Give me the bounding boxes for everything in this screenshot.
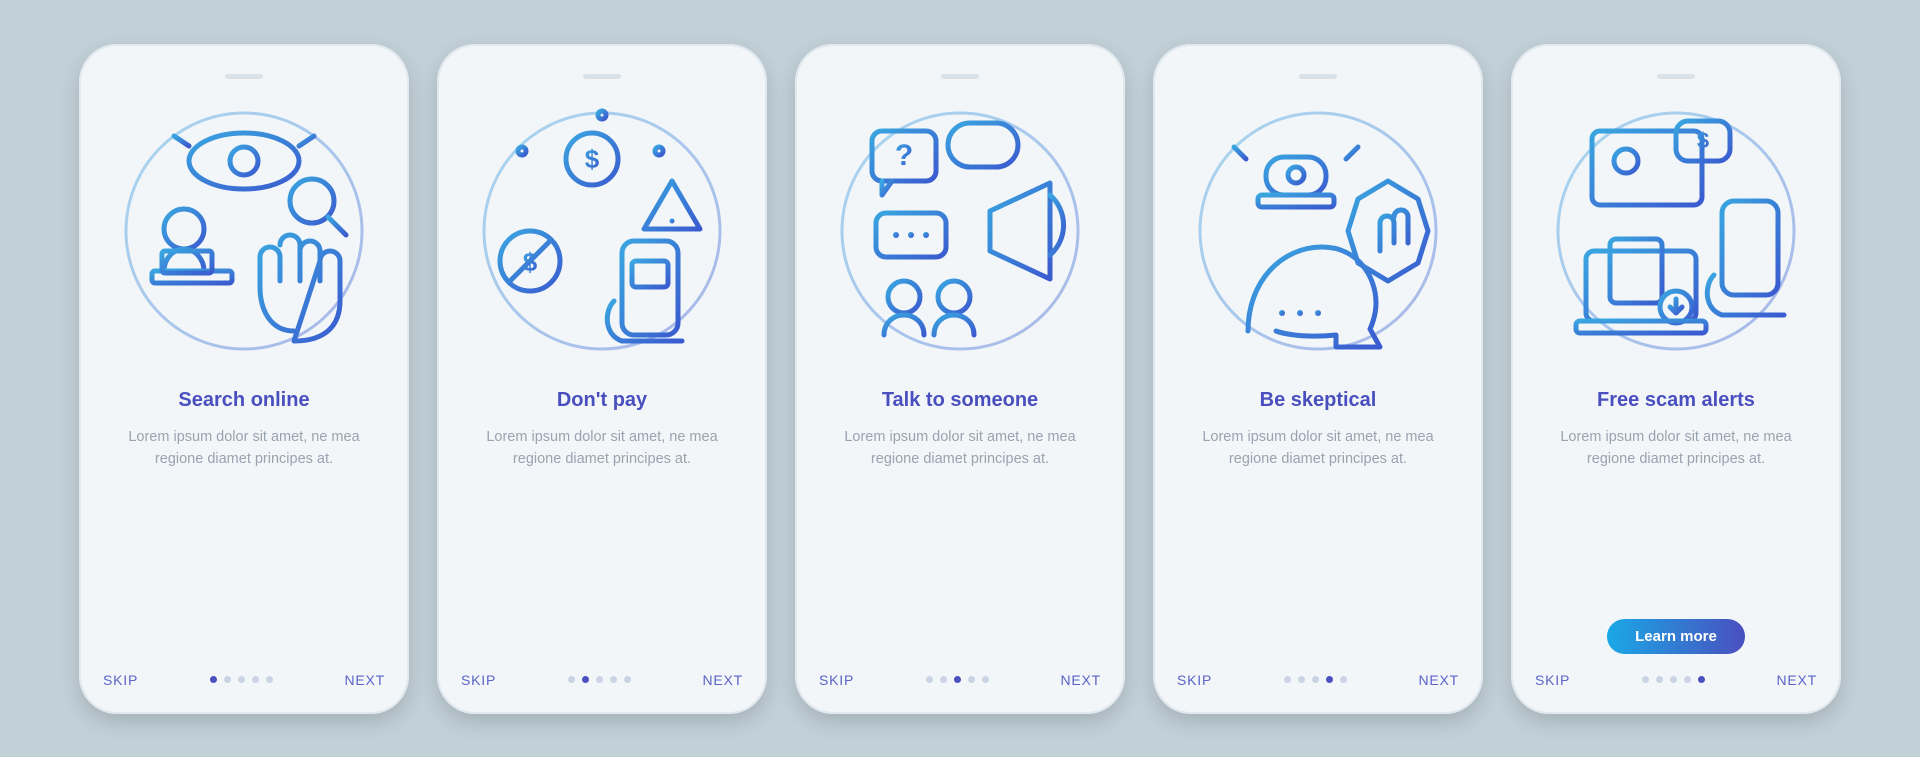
- page-dot[interactable]: [1656, 676, 1663, 683]
- screen-title: Free scam alerts: [1597, 389, 1755, 412]
- onboarding-nav: SKIP NEXT: [103, 672, 385, 688]
- phone-speaker: [1299, 74, 1337, 79]
- phone-speaker: [1657, 74, 1695, 79]
- skip-button[interactable]: SKIP: [461, 672, 496, 688]
- phone-speaker: [225, 74, 263, 79]
- page-dot[interactable]: [1312, 676, 1319, 683]
- page-dot[interactable]: [1340, 676, 1347, 683]
- svg-text:?: ?: [895, 139, 913, 172]
- page-dot[interactable]: [1326, 676, 1333, 683]
- page-dot[interactable]: [982, 676, 989, 683]
- onboarding-phone-1: Search online Lorem ipsum dolor sit amet…: [79, 44, 409, 714]
- page-dots: [1284, 676, 1347, 683]
- talk-to-someone-icon: ?: [830, 101, 1090, 361]
- screen-title: Talk to someone: [882, 389, 1038, 412]
- next-button[interactable]: NEXT: [1418, 672, 1459, 688]
- onboarding-phone-3: ? Talk to someone Lorem ipsum dolor sit …: [795, 44, 1125, 714]
- next-button[interactable]: NEXT: [1776, 672, 1817, 688]
- screen-body: Lorem ipsum dolor sit amet, ne mea regio…: [461, 426, 743, 672]
- onboarding-nav: SKIP NEXT: [1535, 672, 1817, 688]
- dont-pay-icon: $ $: [472, 101, 732, 361]
- onboarding-nav: SKIP NEXT: [461, 672, 743, 688]
- page-dots: [568, 676, 631, 683]
- be-skeptical-icon: [1188, 101, 1448, 361]
- screen-body: Lorem ipsum dolor sit amet, ne mea regio…: [103, 426, 385, 672]
- page-dot[interactable]: [224, 676, 231, 683]
- screen-title: Don't pay: [557, 389, 647, 412]
- onboarding-phone-2: $ $ Don't pay Lorem ipsum dolor sit amet…: [437, 44, 767, 714]
- onboarding-phone-4: Be skeptical Lorem ipsum dolor sit amet,…: [1153, 44, 1483, 714]
- page-dot[interactable]: [1298, 676, 1305, 683]
- page-dot[interactable]: [1642, 676, 1649, 683]
- page-dot[interactable]: [968, 676, 975, 683]
- page-dot[interactable]: [624, 676, 631, 683]
- next-button[interactable]: NEXT: [1060, 672, 1101, 688]
- page-dot[interactable]: [1284, 676, 1291, 683]
- free-scam-alerts-icon: $: [1546, 101, 1806, 361]
- skip-button[interactable]: SKIP: [103, 672, 138, 688]
- page-dots: [1642, 676, 1705, 683]
- page-dot[interactable]: [926, 676, 933, 683]
- page-dot[interactable]: [582, 676, 589, 683]
- svg-text:$: $: [585, 144, 600, 174]
- phone-speaker: [583, 74, 621, 79]
- onboarding-nav: SKIP NEXT: [1177, 672, 1459, 688]
- next-button[interactable]: NEXT: [344, 672, 385, 688]
- page-dot[interactable]: [1684, 676, 1691, 683]
- page-dot[interactable]: [596, 676, 603, 683]
- page-dot[interactable]: [238, 676, 245, 683]
- page-dot[interactable]: [1698, 676, 1705, 683]
- phone-speaker: [941, 74, 979, 79]
- page-dot[interactable]: [210, 676, 217, 683]
- page-dots: [210, 676, 273, 683]
- screen-title: Search online: [178, 389, 309, 412]
- page-dot[interactable]: [940, 676, 947, 683]
- page-dots: [926, 676, 989, 683]
- learn-more-button[interactable]: Learn more: [1607, 619, 1745, 654]
- next-button[interactable]: NEXT: [702, 672, 743, 688]
- page-dot[interactable]: [252, 676, 259, 683]
- screen-body: Lorem ipsum dolor sit amet, ne mea regio…: [1177, 426, 1459, 672]
- page-dot[interactable]: [1670, 676, 1677, 683]
- onboarding-phone-5: $ Free scam alerts Lorem ipsum dolor sit…: [1511, 44, 1841, 714]
- onboarding-nav: SKIP NEXT: [819, 672, 1101, 688]
- page-dot[interactable]: [266, 676, 273, 683]
- screen-body: Lorem ipsum dolor sit amet, ne mea regio…: [1535, 426, 1817, 619]
- skip-button[interactable]: SKIP: [1177, 672, 1212, 688]
- page-dot[interactable]: [610, 676, 617, 683]
- skip-button[interactable]: SKIP: [1535, 672, 1570, 688]
- screen-body: Lorem ipsum dolor sit amet, ne mea regio…: [819, 426, 1101, 672]
- page-dot[interactable]: [954, 676, 961, 683]
- search-online-icon: [114, 101, 374, 361]
- svg-text:$: $: [1697, 128, 1709, 153]
- skip-button[interactable]: SKIP: [819, 672, 854, 688]
- page-dot[interactable]: [568, 676, 575, 683]
- screen-title: Be skeptical: [1260, 389, 1377, 412]
